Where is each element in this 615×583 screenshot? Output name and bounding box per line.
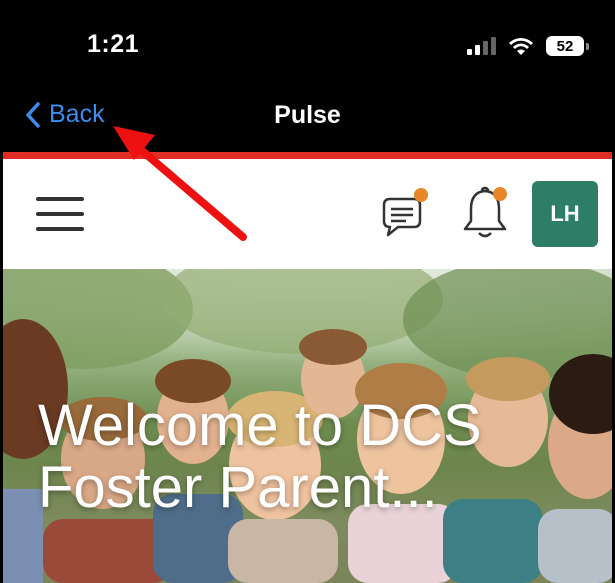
- status-time: 1:21: [87, 30, 140, 58]
- wifi-icon: [509, 38, 533, 55]
- avatar[interactable]: LH: [532, 181, 598, 247]
- bell-notification-button[interactable]: [455, 183, 513, 248]
- bell-notification-icon: [463, 186, 507, 238]
- phone-screen: 1:21 52 Back Pulse LH Welcome to DCS Fos…: [0, 0, 615, 583]
- hero-title: Welcome to DCS Foster Parent...: [38, 395, 598, 519]
- battery-icon: 52: [546, 36, 589, 56]
- chat-notification-button[interactable]: [376, 185, 434, 248]
- hamburger-menu-icon[interactable]: [36, 197, 84, 233]
- hero-banner: Welcome to DCS Foster Parent...: [3, 269, 612, 583]
- app-header: LH: [3, 159, 612, 269]
- hero-title-line1: Welcome to DCS: [38, 393, 482, 458]
- status-icons: 52: [467, 34, 589, 58]
- chat-notification-icon: [382, 188, 428, 237]
- page-title: Pulse: [274, 101, 341, 129]
- hero-title-line2: Foster Parent...: [38, 455, 438, 520]
- accent-divider: [3, 152, 612, 159]
- ios-top-bar: 1:21 52 Back Pulse: [3, 0, 612, 152]
- signal-icon: [467, 37, 496, 55]
